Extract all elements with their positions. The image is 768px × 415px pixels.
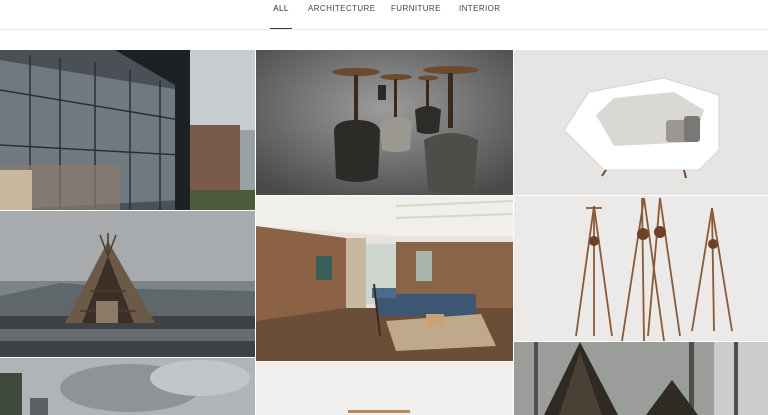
filter-tab-all[interactable]: ALL bbox=[270, 0, 292, 29]
tipi-forest-image bbox=[514, 342, 768, 415]
gallery-item-stools[interactable] bbox=[256, 50, 513, 195]
filter-tab-furniture[interactable]: FURNITURE bbox=[391, 0, 441, 29]
gallery-item-wooden-tipi-structure[interactable] bbox=[0, 211, 255, 357]
gallery-item-furniture-bench[interactable] bbox=[256, 362, 513, 415]
stools-image bbox=[256, 50, 513, 195]
gallery-item-interior-living-room[interactable] bbox=[256, 196, 513, 361]
gallery-item-wooden-coat-stands[interactable] bbox=[514, 196, 768, 341]
gallery-item-glass-facade-house[interactable] bbox=[0, 50, 255, 210]
furniture-bench-image bbox=[256, 362, 513, 415]
filter-tab-interior[interactable]: INTERIOR bbox=[459, 0, 500, 29]
filter-tab-architecture[interactable]: ARCHITECTURE bbox=[308, 0, 375, 29]
lounge-chair-image bbox=[514, 50, 768, 195]
gallery-item-tipi-forest[interactable] bbox=[514, 342, 768, 415]
cloudy-architecture-image bbox=[0, 358, 255, 415]
wooden-coat-stands-image bbox=[514, 196, 768, 341]
gallery-item-cloudy-architecture[interactable] bbox=[0, 358, 255, 415]
glass-facade-house-image bbox=[0, 50, 255, 210]
filter-nav: ALL ARCHITECTURE FURNITURE INTERIOR bbox=[0, 0, 768, 30]
gallery-item-lounge-chair[interactable] bbox=[514, 50, 768, 195]
wooden-tipi-structure-image bbox=[0, 211, 255, 357]
interior-living-room-image bbox=[256, 196, 513, 361]
